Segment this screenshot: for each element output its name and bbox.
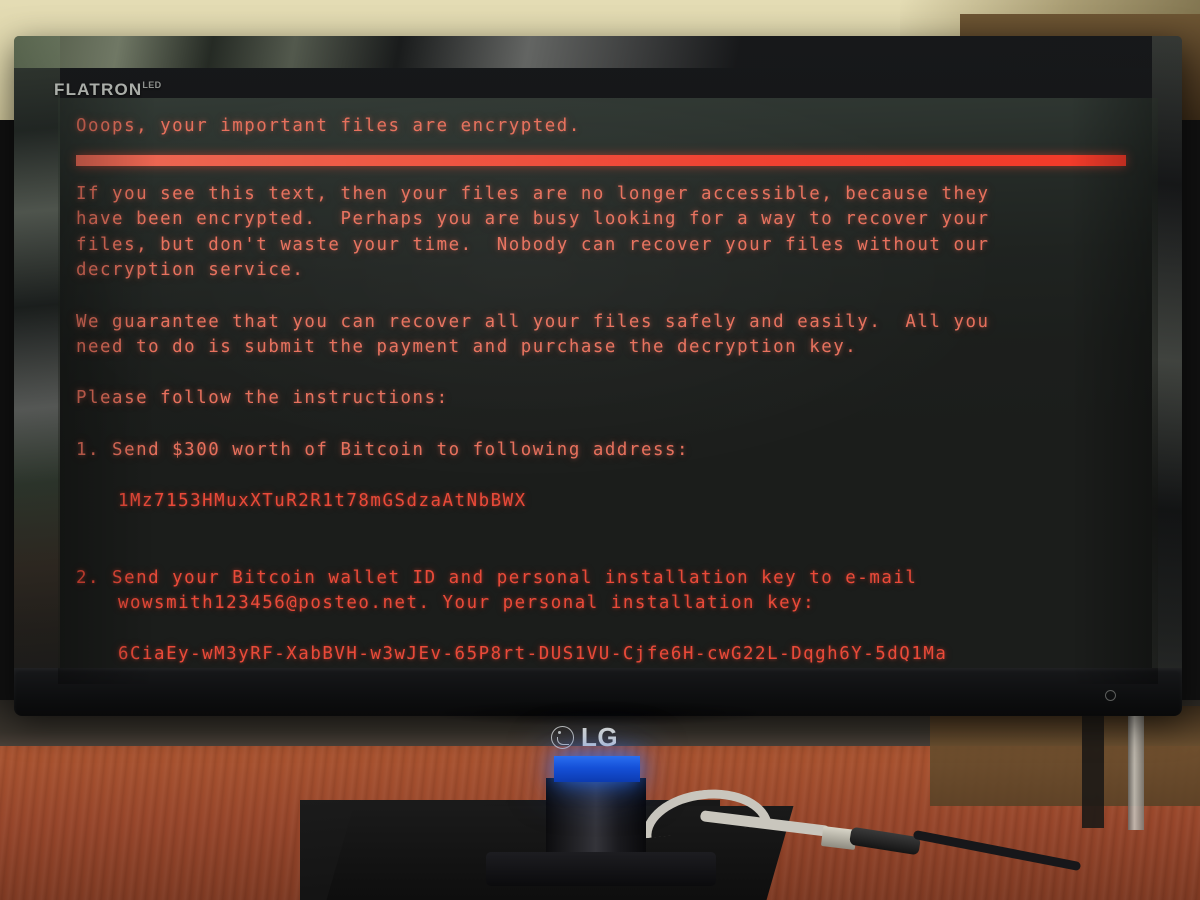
photo-scene: Ooops, your important files are encrypte…: [0, 0, 1200, 900]
desk-dark-leg: [1082, 700, 1104, 828]
flatron-brand-label: FLATRONLED: [54, 80, 162, 100]
monitor-stand-neck: [546, 778, 646, 858]
ransom-paragraph-2: We guarantee that you can recover all yo…: [76, 311, 990, 358]
lg-monitor: Ooops, your important files are encrypte…: [14, 36, 1182, 712]
contact-email-line[interactable]: wowsmith123456@posteo.net. Your personal…: [76, 591, 1158, 617]
instruction-step-2-line-1: 2. Send your Bitcoin wallet ID and perso…: [76, 567, 918, 588]
instructions-intro: Please follow the instructions:: [76, 388, 449, 409]
flatron-suffix: LED: [142, 80, 162, 91]
ransom-paragraph-1: If you see this text, then your files ar…: [76, 183, 990, 281]
installation-key[interactable]: 6CiaEy-wM3yRF-XabBVH-w3wJEv-65P8rt-DUS1V…: [76, 642, 1158, 668]
power-button-icon[interactable]: [1105, 690, 1116, 701]
blue-power-led-strip: [554, 756, 640, 782]
bitcoin-address[interactable]: 1Mz7153HMuxXTuR2R1t78mGSdzaAtNbBWX: [76, 489, 1158, 515]
lg-logo: LG: [551, 722, 618, 753]
instruction-step-1: 1. Send $300 worth of Bitcoin to followi…: [76, 439, 690, 460]
bezel-reflection-left: [14, 36, 60, 712]
ransom-heading: Ooops, your important files are encrypte…: [76, 116, 581, 136]
lg-face-mark-icon: [551, 726, 574, 749]
monitor-screen: Ooops, your important files are encrypte…: [58, 98, 1158, 684]
bezel-reflection-top: [14, 36, 1182, 68]
red-divider-bar: [76, 154, 1126, 166]
desk-right-panel: [930, 706, 1200, 806]
flatron-wordmark: FLATRON: [54, 80, 143, 99]
desk-metal-leg: [1128, 700, 1144, 830]
lg-wordmark: LG: [581, 722, 619, 752]
monitor-stand-base: [486, 852, 716, 886]
